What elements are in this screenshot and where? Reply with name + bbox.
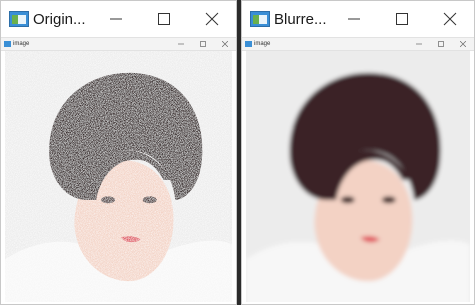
maximize-button[interactable] [140,1,188,37]
original-photo [5,51,232,302]
maximize-button[interactable] [378,1,426,37]
app-window-icon [9,11,29,27]
close-button[interactable] [426,1,474,37]
blurred-photo [246,51,470,302]
minimize-button[interactable] [92,1,140,37]
title-bar[interactable]: Origin... [1,1,236,37]
app-window-icon [250,11,270,27]
image-maximize-button[interactable] [430,38,452,50]
title-bar[interactable]: Blurre... [242,1,474,37]
minimize-icon [348,18,360,20]
app-window-icon [245,41,252,47]
maximize-icon [200,41,206,47]
close-icon [460,41,466,47]
image-minimize-button[interactable] [408,38,430,50]
close-button[interactable] [188,1,236,37]
maximize-icon [158,13,170,25]
window-title: Origin... [33,10,86,28]
image-title: image [254,41,271,47]
close-icon [205,12,219,26]
maximize-icon [438,41,444,47]
window-title: Blurre... [274,10,327,28]
minimize-icon [178,43,184,45]
minimize-icon [110,18,122,20]
image-titlebar[interactable]: image [1,37,236,51]
blurred-window[interactable]: Blurre... image [241,0,475,305]
image-titlebar[interactable]: image [242,37,474,51]
maximize-icon [396,13,408,25]
image-title: image [13,41,30,47]
minimize-icon [416,43,422,45]
app-window-icon [4,41,11,47]
close-icon [443,12,457,26]
original-window[interactable]: Origin... image [0,0,237,305]
image-close-button[interactable] [452,38,474,50]
image-close-button[interactable] [214,38,236,50]
minimize-button[interactable] [330,1,378,37]
image-minimize-button[interactable] [170,38,192,50]
close-icon [222,41,228,47]
image-maximize-button[interactable] [192,38,214,50]
